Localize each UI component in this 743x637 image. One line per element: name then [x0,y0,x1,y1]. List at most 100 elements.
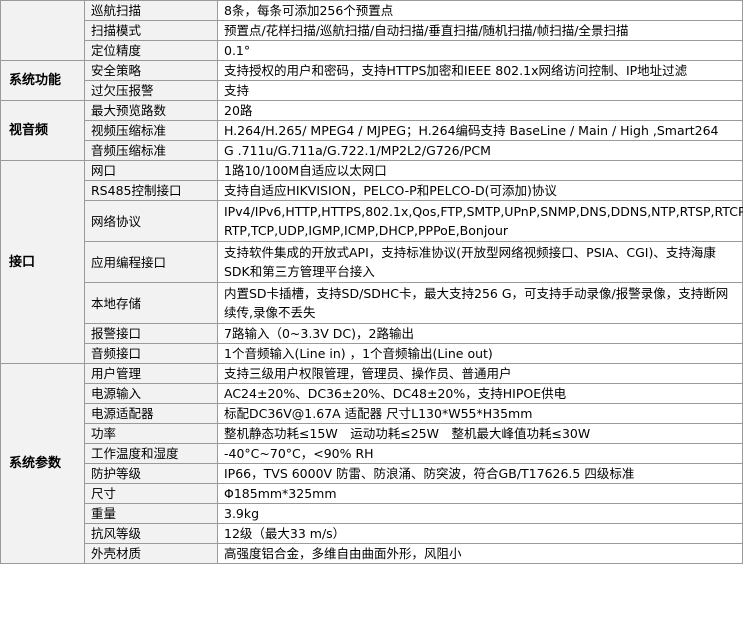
parameter-name: 本地存储 [84,282,218,324]
parameter-value: 1路10/100M自适应以太网口 [217,160,743,181]
value-line: 0.1° [224,43,251,58]
value-line: 支持三级用户权限管理，管理员、操作员、普通用户 [224,366,512,381]
spec-table-body: 巡航扫描 8条，每条可添加256个预置点 扫描模式 预置点/花样扫描/巡航扫描/自动扫… [0,0,743,564]
parameter-name: 视频压缩标准 [84,120,218,141]
parameter-value: 内置SD卡插槽，支持SD/SDHC卡，最大支持256 G，可支持手动录像/报警录… [217,282,743,324]
value-line: AC24±20%、DC36±20%、DC48±20%，支持HIPOE供电 [224,386,567,401]
parameter-name: 音频压缩标准 [84,140,218,161]
category-cell: 系统参数 [0,363,85,564]
parameter-value: 支持自适应HIKVISION，PELCO-P和PELCO-D(可添加)协议 [217,180,743,201]
spec-row: 功率 整机静态功耗≤15W 运动功耗≤25W 整机最大峰值功耗≤30W [1,423,743,444]
spec-row: 视频压缩标准 H.264/H.265/ MPEG4 / MJPEG；H.264编码… [1,120,743,141]
parameter-value: 支持软件集成的开放式API，支持标准协议(开放型网络视频接口、PSIA、CGI)… [217,241,743,283]
spec-row: 网络协议 IPv4/IPv6,HTTP,HTTPS,802.1x,Qos,FTP,… [1,200,743,242]
value-line: 标配DC36V@1.67A 适配器 尺寸L130*W55*H35mm [224,406,533,421]
spec-row: 工作温度和湿度 -40°C~70°C，<90% RH [1,443,743,464]
spec-row: 本地存储 内置SD卡插槽，支持SD/SDHC卡，最大支持256 G，可支持手动录像… [1,282,743,324]
value-line: 支持授权的用户和密码，支持HTTPS加密和IEEE 802.1x网络访问控制、I… [224,63,688,78]
parameter-name: 电源输入 [84,383,218,404]
parameter-name: 报警接口 [84,323,218,344]
value-line: RTP,TCP,UDP,IGMP,ICMP,DHCP,PPPoE,Bonjour [224,223,509,238]
value-line: 支持 [224,83,250,98]
value-line: 20路 [224,103,253,118]
category-cell: 接口 [0,160,85,364]
spec-row: 巡航扫描 8条，每条可添加256个预置点 [0,0,743,61]
parameter-value: AC24±20%、DC36±20%、DC48±20%，支持HIPOE供电 [217,383,743,404]
value-line: 1路10/100M自适应以太网口 [224,163,387,178]
category-cell: 系统功能 [0,60,85,101]
parameter-name: 定位精度 [84,40,218,61]
parameter-name: 抗风等级 [84,523,218,544]
parameter-name: 防护等级 [84,463,218,484]
parameter-name: 用户管理 [84,363,218,384]
parameter-value: 0.1° [217,40,743,61]
parameter-value: 7路输入（0~3.3V DC)，2路输出 [217,323,743,344]
parameter-name: 重量 [84,503,218,524]
parameter-value: 标配DC36V@1.67A 适配器 尺寸L130*W55*H35mm [217,403,743,424]
spec-row: 视音频 最大预览路数 20路 [0,100,743,161]
parameter-value: 1个音频输入(Line in) ，1个音频输出(Line out) [217,343,743,364]
spec-row: 尺寸 Φ185mm*325mm [1,483,743,504]
value-line: 3.9kg [224,506,260,521]
value-line: 高强度铝合金，多维自由曲面外形，风阻小 [224,546,462,561]
spec-row: 系统功能 安全策略 支持授权的用户和密码，支持HTTPS加密和IEEE 802.1x… [0,60,743,101]
spec-row: 过欠压报警 支持 [1,80,743,101]
parameter-value: 8条，每条可添加256个预置点 [217,0,743,21]
value-line: G .711u/G.711a/G.722.1/MP2L2/G726/PCM [224,143,491,158]
spec-row: 音频压缩标准 G .711u/G.711a/G.722.1/MP2L2/G726/… [1,140,743,161]
category-cell [0,0,85,61]
value-line: 内置SD卡插槽，支持SD/SDHC卡，最大支持256 G，可支持手动录像/报警录… [224,286,729,301]
value-line: 7路输入（0~3.3V DC)，2路输出 [224,326,414,341]
parameter-name: 巡航扫描 [84,0,218,21]
parameter-value: 支持三级用户权限管理，管理员、操作员、普通用户 [217,363,743,384]
parameter-name: 外壳材质 [84,543,218,564]
parameter-name: 网络协议 [84,200,218,242]
value-line: Φ185mm*325mm [224,486,337,501]
parameter-value: 整机静态功耗≤15W 运动功耗≤25W 整机最大峰值功耗≤30W [217,423,743,444]
parameter-name: 过欠压报警 [84,80,218,101]
parameter-name: 安全策略 [84,60,218,81]
spec-table: 巡航扫描 8条，每条可添加256个预置点 扫描模式 预置点/花样扫描/巡航扫描/自动扫… [0,0,743,564]
value-line: 续传,录像不丢失 [224,305,316,320]
spec-row: 外壳材质 高强度铝合金，多维自由曲面外形，风阻小 [1,543,743,564]
spec-row: 音频接口 1个音频输入(Line in) ，1个音频输出(Line out) [1,343,743,364]
value-line: IP66，TVS 6000V 防雷、防浪涌、防突波，符合GB/T17626.5 … [224,466,635,481]
parameter-value: 支持 [217,80,743,101]
parameter-value: 20路 [217,100,743,121]
parameter-name: 功率 [84,423,218,444]
spec-row: 防护等级 IP66，TVS 6000V 防雷、防浪涌、防突波，符合GB/T1762… [1,463,743,484]
parameter-name: 扫描模式 [84,20,218,41]
spec-row: 扫描模式 预置点/花样扫描/巡航扫描/自动扫描/垂直扫描/随机扫描/帧扫描/全景扫… [1,20,743,41]
parameter-value: 12级（最大33 m/s） [217,523,743,544]
spec-row: 电源输入 AC24±20%、DC36±20%、DC48±20%，支持HIPOE供电 [1,383,743,404]
spec-row: 定位精度 0.1° [1,40,743,61]
spec-row: 抗风等级 12级（最大33 m/s） [1,523,743,544]
spec-row: RS485控制接口 支持自适应HIKVISION，PELCO-P和PELCO-D(… [1,180,743,201]
spec-row: 接口 网口 1路10/100M自适应以太网口 [0,160,743,364]
value-line: SDK和第三方管理平台接入 [224,264,375,279]
value-line: IPv4/IPv6,HTTP,HTTPS,802.1x,Qos,FTP,SMTP… [224,204,743,219]
parameter-name: RS485控制接口 [84,180,218,201]
spec-row: 重量 3.9kg [1,503,743,524]
parameter-name: 尺寸 [84,483,218,504]
parameter-value: 预置点/花样扫描/巡航扫描/自动扫描/垂直扫描/随机扫描/帧扫描/全景扫描 [217,20,743,41]
value-line: 支持软件集成的开放式API，支持标准协议(开放型网络视频接口、PSIA、CGI)… [224,245,716,260]
parameter-value: IP66，TVS 6000V 防雷、防浪涌、防突波，符合GB/T17626.5 … [217,463,743,484]
spec-row: 报警接口 7路输入（0~3.3V DC)，2路输出 [1,323,743,344]
parameter-value: 高强度铝合金，多维自由曲面外形，风阻小 [217,543,743,564]
parameter-value: H.264/H.265/ MPEG4 / MJPEG；H.264编码支持 Bas… [217,120,743,141]
parameter-value: G .711u/G.711a/G.722.1/MP2L2/G726/PCM [217,140,743,161]
parameter-name: 应用编程接口 [84,241,218,283]
parameter-value: Φ185mm*325mm [217,483,743,504]
value-line: H.264/H.265/ MPEG4 / MJPEG；H.264编码支持 Bas… [224,123,719,138]
value-line: 整机静态功耗≤15W 运动功耗≤25W 整机最大峰值功耗≤30W [224,426,591,441]
parameter-name: 音频接口 [84,343,218,364]
parameter-value: -40°C~70°C，<90% RH [217,443,743,464]
spec-row: 电源适配器 标配DC36V@1.67A 适配器 尺寸L130*W55*H35mm [1,403,743,424]
value-line: 支持自适应HIKVISION，PELCO-P和PELCO-D(可添加)协议 [224,183,557,198]
parameter-name: 最大预览路数 [84,100,218,121]
parameter-name: 网口 [84,160,218,181]
value-line: 12级（最大33 m/s） [224,526,346,541]
parameter-value: 3.9kg [217,503,743,524]
parameter-name: 工作温度和湿度 [84,443,218,464]
